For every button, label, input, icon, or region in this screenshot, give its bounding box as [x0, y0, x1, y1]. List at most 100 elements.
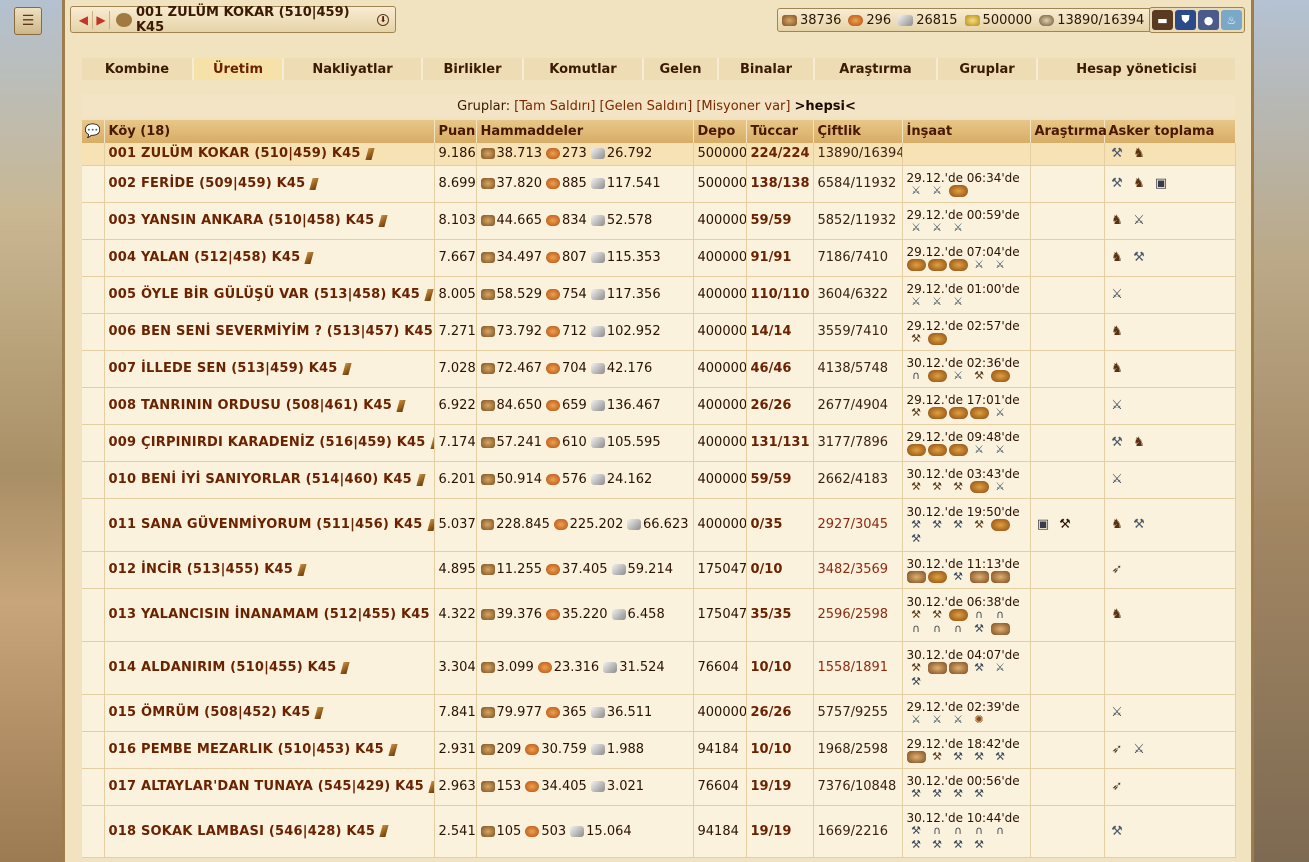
rename-pencil-icon[interactable]	[379, 825, 389, 837]
village-name-cell[interactable]: 014 ALDANIRIM (510|455) K45	[104, 641, 435, 695]
axe-icon[interactable]: ⚒	[1109, 176, 1126, 191]
village-link[interactable]: 012 İNCİR (513|455) K45	[109, 562, 294, 577]
tab-kombine[interactable]: Kombine	[82, 58, 194, 80]
sword-icon[interactable]: ⚔	[1109, 398, 1126, 413]
header-tuccar[interactable]: Tüccar	[746, 120, 814, 143]
merchants-cell[interactable]: 138/138	[746, 165, 814, 203]
village-link[interactable]: 011 SANA GÜVENMİYORUM (511|456) K45	[109, 517, 423, 532]
rename-pencil-icon[interactable]	[341, 362, 352, 375]
axe-icon[interactable]: ⚒	[1109, 435, 1126, 450]
merchants-cell[interactable]: 0/10	[746, 551, 814, 589]
village-name-cell[interactable]: 001 ZULÜM KOKAR (510|459) K45	[104, 143, 435, 166]
village-name-cell[interactable]: 017 ALTAYLAR'DAN TUNAYA (545|429) K45	[104, 768, 435, 806]
next-village-icon[interactable]: ▶	[93, 10, 111, 29]
village-link[interactable]: 013 YALANCISIN İNANAMAM (512|455) K45	[109, 607, 430, 622]
village-dropdown-icon[interactable]: ⬇	[377, 13, 390, 26]
village-link[interactable]: 003 YANSIN ANKARA (510|458) K45	[109, 213, 375, 228]
horse-icon[interactable]: ♞	[1109, 324, 1126, 339]
header-koy[interactable]: Köy (18)	[104, 120, 435, 143]
spear-icon[interactable]: ➶	[1109, 562, 1126, 577]
merchants-cell[interactable]: 91/91	[746, 239, 814, 277]
header-arastirma[interactable]: Araştırma	[1030, 120, 1107, 143]
village-link[interactable]: 014 ALDANIRIM (510|455) K45	[109, 660, 337, 675]
village-name-cell[interactable]: 008 TANRININ ORDUSU (508|461) K45	[104, 387, 435, 425]
header-insaat[interactable]: İnşaat	[902, 120, 1031, 143]
group-link-misyoner-var[interactable]: [Misyoner var]	[696, 99, 790, 114]
village-name-cell[interactable]: 004 YALAN (512|458) K45	[104, 239, 435, 277]
village-name-cell[interactable]: 012 İNCİR (513|455) K45	[104, 551, 435, 589]
rename-pencil-icon[interactable]	[378, 214, 388, 227]
sword-icon[interactable]: ⚔	[1109, 287, 1126, 302]
horse-icon[interactable]: ♞	[1109, 213, 1126, 228]
rename-pencil-icon[interactable]	[309, 177, 319, 190]
merchants-cell[interactable]: 26/26	[746, 694, 814, 732]
axe-icon[interactable]: ⚒	[1131, 517, 1148, 532]
tab-birlikler[interactable]: Birlikler	[423, 58, 524, 80]
merchants-cell[interactable]: 14/14	[746, 313, 814, 351]
horse-icon[interactable]: ♞	[1131, 146, 1148, 161]
rename-pencil-icon[interactable]	[297, 563, 307, 576]
merchants-cell[interactable]: 59/59	[746, 461, 814, 499]
chest-icon[interactable]: ▬	[1152, 10, 1173, 30]
merchants-cell[interactable]: 110/110	[746, 276, 814, 314]
rename-pencil-icon[interactable]	[426, 518, 433, 531]
axe-icon[interactable]: ⚒	[1109, 824, 1126, 839]
merchants-cell[interactable]: 35/35	[746, 588, 814, 642]
merchants-cell[interactable]: 0/35	[746, 498, 814, 552]
village-name-cell[interactable]: 011 SANA GÜVENMİYORUM (511|456) K45	[104, 498, 435, 552]
group-link-tam-saldiri[interactable]: [Tam Saldırı]	[514, 99, 595, 114]
village-link[interactable]: 015 ÖMRÜM (508|452) K45	[109, 705, 311, 720]
village-link[interactable]: 018 SOKAK LAMBASI (546|428) K45	[109, 824, 376, 839]
tab-arastirma[interactable]: Araştırma	[815, 58, 938, 80]
tab-gelen[interactable]: Gelen	[644, 58, 719, 80]
sword-icon[interactable]: ⚔	[1109, 705, 1126, 720]
village-link[interactable]: 009 ÇIRPINIRDI KARADENİZ (516|459) K45	[109, 435, 426, 450]
horse-icon[interactable]: ♞	[1109, 517, 1126, 532]
rename-pencil-icon[interactable]	[364, 147, 375, 160]
spear-icon[interactable]: ➶	[1109, 742, 1126, 757]
horse-icon[interactable]: ♞	[1131, 435, 1148, 450]
rename-pencil-icon[interactable]	[314, 706, 324, 719]
axe-icon[interactable]: ⚒	[1131, 250, 1148, 265]
rename-pencil-icon[interactable]	[340, 661, 350, 674]
helmet-icon[interactable]: ●	[1198, 10, 1219, 30]
village-link[interactable]: 002 FERİDE (509|459) K45	[109, 176, 306, 191]
merchants-cell[interactable]: 224/224	[746, 143, 814, 166]
group-link-gelen-saldiri[interactable]: [Gelen Saldırı]	[600, 99, 693, 114]
village-name-cell[interactable]: 015 ÖMRÜM (508|452) K45	[104, 694, 435, 732]
village-link[interactable]: 017 ALTAYLAR'DAN TUNAYA (545|429) K45	[109, 779, 424, 794]
village-name-cell[interactable]: 016 PEMBE MEZARLIK (510|453) K45	[104, 731, 435, 769]
village-link[interactable]: 006 BEN SENİ SEVERMİYİM ? (513|457) K45	[109, 324, 434, 339]
previous-village-icon[interactable]: ◀	[75, 10, 93, 29]
sword-icon[interactable]: ⚔	[1131, 213, 1148, 228]
header-puan[interactable]: Puan	[434, 120, 477, 143]
rename-pencil-icon[interactable]	[424, 288, 433, 301]
rename-pencil-icon[interactable]	[304, 251, 314, 264]
village-link[interactable]: 001 ZULÜM KOKAR (510|459) K45	[109, 146, 361, 161]
tab-binalar[interactable]: Binalar	[719, 58, 815, 80]
merchants-cell[interactable]: 59/59	[746, 202, 814, 240]
horse-icon[interactable]: ♞	[1131, 176, 1148, 191]
header-ciftlik[interactable]: Çiftlik	[813, 120, 903, 143]
rename-pencil-icon[interactable]	[428, 780, 433, 793]
horse-icon[interactable]: ♞	[1109, 361, 1126, 376]
tab-komutlar[interactable]: Komutlar	[524, 58, 644, 80]
village-link[interactable]: 010 BENİ İYİ SANIYORLAR (514|460) K45	[109, 472, 412, 487]
tab-hesap-yoneticisi[interactable]: Hesap yöneticisi	[1038, 58, 1235, 80]
tab-nakliyatlar[interactable]: Nakliyatlar	[284, 58, 423, 80]
axe-icon[interactable]: ⚒	[1109, 146, 1126, 161]
village-name-cell[interactable]: 007 İLLEDE SEN (513|459) K45	[104, 350, 435, 388]
tab-uretim[interactable]: Üretim	[194, 58, 284, 80]
horse-icon[interactable]: ♞	[1109, 607, 1126, 622]
rename-pencil-icon[interactable]	[429, 436, 433, 449]
merchants-cell[interactable]: 19/19	[746, 805, 814, 858]
village-name-cell[interactable]: 010 BENİ İYİ SANIYORLAR (514|460) K45	[104, 461, 435, 499]
menu-toggle-icon[interactable]: ☰	[14, 7, 42, 35]
merchants-cell[interactable]: 46/46	[746, 350, 814, 388]
village-name-cell[interactable]: 002 FERİDE (509|459) K45	[104, 165, 435, 203]
village-selector[interactable]: ◀ ▶ 001 ZULÜM KOKAR (510|459) K45 ⬇	[70, 5, 396, 35]
merchants-cell[interactable]: 131/131	[746, 424, 814, 462]
village-name-cell[interactable]: 006 BEN SENİ SEVERMİYİM ? (513|457) K45	[104, 313, 435, 351]
village-link[interactable]: 004 YALAN (512|458) K45	[109, 250, 301, 265]
village-link[interactable]: 007 İLLEDE SEN (513|459) K45	[109, 361, 338, 376]
